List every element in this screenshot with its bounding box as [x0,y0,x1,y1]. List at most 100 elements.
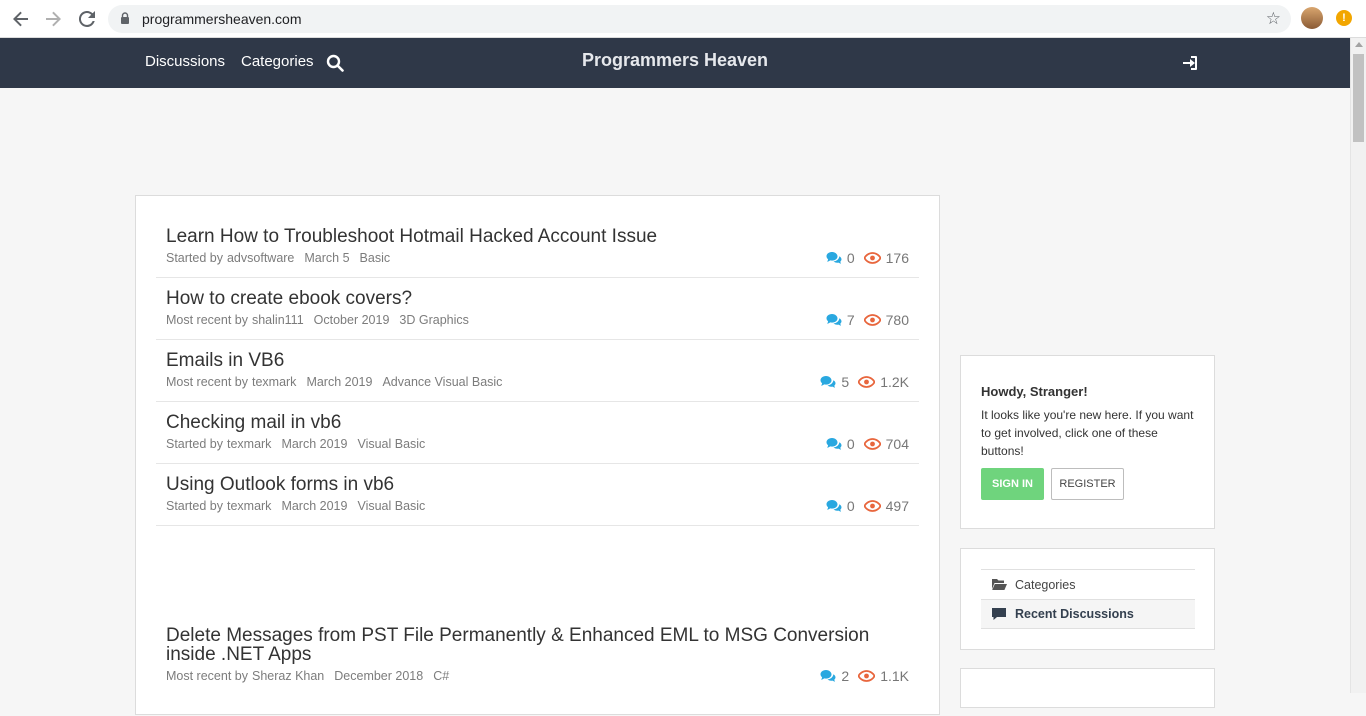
discussion-title[interactable]: Emails in VB6 [166,350,284,372]
discussion-item[interactable]: Delete Messages from PST File Permanentl… [156,616,919,716]
discussion-title[interactable]: Learn How to Troubleshoot Hotmail Hacked… [166,226,657,248]
howdy-text: It looks like you're new here. If you wa… [981,408,1194,458]
author-link[interactable]: texmark [252,375,296,389]
sidebar-module [960,668,1215,708]
views-icon [863,500,881,512]
discussion-date: December 2018 [334,669,424,683]
howdy-title: Howdy, Stranger! [981,384,1088,399]
category-link[interactable]: Visual Basic [357,499,425,513]
comment-icon [992,608,1006,620]
views-icon [858,376,876,388]
category-link[interactable]: Visual Basic [357,437,425,451]
forward-arrow-icon[interactable] [42,8,64,30]
discussion-item[interactable]: Checking mail in vb6 Started by texmark Ma… [156,402,919,464]
page-scrollbar[interactable] [1350,38,1366,693]
category-link[interactable]: Advance Visual Basic [382,375,502,389]
author-link[interactable]: texmark [227,499,271,513]
author-link[interactable]: texmark [227,437,271,451]
discussion-meta: Most recent by Sheraz Khan December 2018 C# [166,669,459,683]
comment-count: 2 [841,668,850,684]
author-link[interactable]: Sheraz Khan [252,669,324,683]
author-link[interactable]: shalin111 [252,313,304,327]
discussion-stats: 0 704 [826,436,909,452]
category-link[interactable]: Basic [360,251,391,265]
view-count: 1.2K [880,374,909,390]
sidebar-item-label: Recent Discussions [1015,607,1134,621]
comment-count: 0 [846,250,855,266]
discussion-date: March 2019 [281,499,348,513]
comments-icon [826,500,842,512]
discussion-meta: Started by advsoftware March 5 Basic [166,251,400,265]
lock-icon [121,12,129,24]
sidebar-item-categories[interactable]: Categories [981,569,1195,599]
reload-icon[interactable] [76,8,98,30]
sign-in-icon[interactable] [1182,55,1198,71]
comments-icon [820,670,836,682]
comment-count: 0 [846,436,855,452]
discussion-stats: 7 780 [826,312,909,328]
sign-in-button[interactable]: Sign In [981,468,1044,500]
views-icon [863,438,881,450]
folder-open-icon [992,579,1007,590]
update-alert-icon[interactable]: ! [1336,10,1352,26]
back-arrow-icon[interactable] [10,8,32,30]
views-icon [863,314,881,326]
discussion-date: March 2019 [306,375,373,389]
discussion-stats: 0 497 [826,498,909,514]
view-count: 1.1K [880,668,909,684]
category-link[interactable]: C# [433,669,449,683]
discussion-date: March 5 [304,251,350,265]
discussion-stats: 0 176 [826,250,909,266]
meta-prefix: Started by [166,499,223,513]
discussion-title[interactable]: Delete Messages from PST File Permanentl… [166,626,911,664]
browser-toolbar: programmersheaven.com ☆ ! [0,0,1366,38]
sidebar-links: Categories Recent Discussions [960,548,1215,650]
discussion-title[interactable]: How to create ebook covers? [166,288,412,310]
meta-prefix: Started by [166,437,223,451]
discussion-date: October 2019 [313,313,390,327]
discussion-meta: Started by texmark March 2019 Visual Basic [166,437,435,451]
discussion-meta: Started by texmark March 2019 Visual Basic [166,499,435,513]
discussion-title[interactable]: Checking mail in vb6 [166,412,341,434]
discussion-meta: Most recent by shalin111 October 2019 3D Gr… [166,313,479,327]
site-brand[interactable]: Programmers Heaven [0,50,1350,71]
comments-icon [826,438,842,450]
guest-module: Howdy, Stranger! It looks like you're ne… [960,355,1215,529]
author-link[interactable]: advsoftware [227,251,294,265]
discussion-item[interactable]: Emails in VB6 Most recent by texmark March… [156,340,919,402]
scrollbar-thumb[interactable] [1353,54,1364,142]
discussion-item[interactable]: Learn How to Troubleshoot Hotmail Hacked… [156,216,919,278]
discussion-stats: 2 1.1K [820,668,909,684]
comment-count: 0 [846,498,855,514]
bookmark-star-icon[interactable]: ☆ [1266,9,1281,29]
views-icon [858,670,876,682]
sidebar-item-recent-discussions[interactable]: Recent Discussions [981,599,1195,629]
comment-count: 5 [841,374,850,390]
discussion-date: March 2019 [281,437,348,451]
view-count: 176 [885,250,909,266]
url-text: programmersheaven.com [142,11,302,27]
discussion-item[interactable]: How to create ebook covers? Most recent … [156,278,919,340]
comment-count: 7 [846,312,855,328]
discussion-title[interactable]: Using Outlook forms in vb6 [166,474,394,496]
scroll-up-arrow-icon[interactable] [1355,42,1363,47]
comments-icon [826,252,842,264]
meta-prefix: Most recent by [166,313,248,327]
category-link[interactable]: 3D Graphics [399,313,468,327]
discussion-stats: 5 1.2K [820,374,909,390]
view-count: 497 [885,498,909,514]
comments-icon [826,314,842,326]
meta-prefix: Started by [166,251,223,265]
discussion-meta: Most recent by texmark March 2019 Advance V… [166,375,512,389]
address-bar[interactable]: programmersheaven.com ☆ [108,5,1291,33]
sidebar-item-label: Categories [1015,577,1076,592]
site-header: Discussions Categories Programmers Heave… [0,38,1350,88]
meta-prefix: Most recent by [166,375,248,389]
discussion-list: Learn How to Troubleshoot Hotmail Hacked… [135,195,940,715]
meta-prefix: Most recent by [166,669,248,683]
comments-icon [820,376,836,388]
profile-avatar[interactable] [1301,7,1323,29]
register-button[interactable]: Register [1051,468,1124,500]
view-count: 780 [885,312,909,328]
discussion-item[interactable]: Using Outlook forms in vb6 Started by tex… [156,464,919,526]
